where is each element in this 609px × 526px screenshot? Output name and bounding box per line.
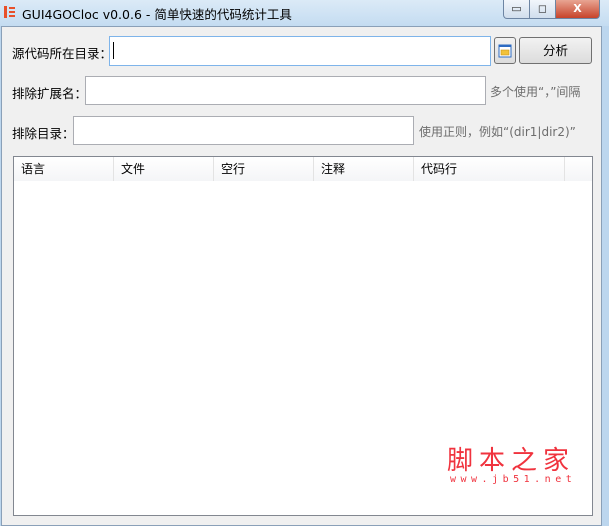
source-dir-input[interactable] (109, 36, 491, 66)
window-title: GUI4GOCloc v0.0.6 - 简单快速的代码统计工具 (22, 7, 292, 22)
source-dir-label: 源代码所在目录： (12, 46, 113, 61)
folder-icon (498, 44, 512, 58)
title-bar: GUI4GOCloc v0.0.6 - 简单快速的代码统计工具 ▭ ◻ X (0, 0, 609, 26)
exclude-dir-label: 排除目录： (12, 126, 75, 141)
column-header-comment[interactable]: 注释 (314, 157, 414, 181)
app-icon (4, 6, 15, 18)
exclude-dir-input[interactable] (73, 116, 414, 145)
browse-folder-button[interactable] (494, 37, 516, 64)
exclude-ext-input[interactable] (85, 76, 486, 105)
analyze-button[interactable]: 分析 (519, 37, 592, 64)
exclude-ext-hint: 多个使用“，”间隔 (490, 85, 581, 99)
exclude-dir-hint: 使用正则，例如“(dir1|dir2)” (419, 125, 576, 139)
exclude-ext-label: 排除扩展名： (12, 86, 88, 101)
text-cursor (113, 42, 114, 59)
column-header-files[interactable]: 文件 (114, 157, 214, 181)
column-header-filler (565, 157, 592, 181)
maximize-button[interactable]: ◻ (529, 0, 556, 19)
watermark-title: 脚本之家 (447, 446, 576, 476)
watermark-url: www.jb51.net (450, 474, 577, 485)
minimize-button[interactable]: ▭ (503, 0, 530, 19)
close-button[interactable]: X (555, 0, 600, 19)
column-header-blank[interactable]: 空行 (214, 157, 314, 181)
column-header-code[interactable]: 代码行 (414, 157, 565, 181)
column-header-language[interactable]: 语言 (14, 157, 114, 181)
